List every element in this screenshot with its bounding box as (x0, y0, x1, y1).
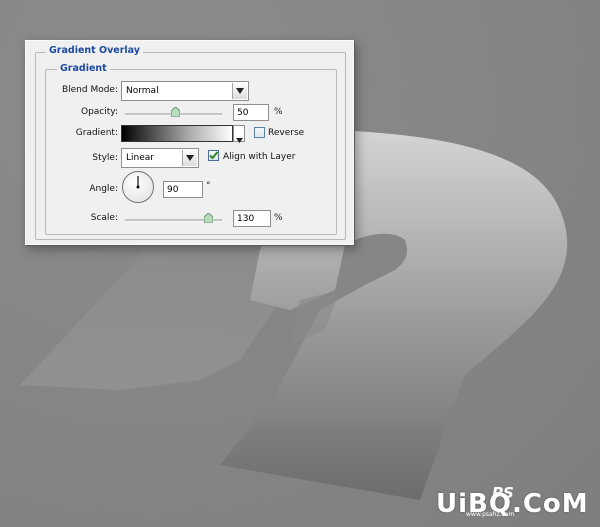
blend-mode-label: Blend Mode: (61, 85, 118, 95)
angle-dial[interactable] (122, 171, 154, 203)
blend-mode-value: Normal (126, 86, 159, 96)
chevron-down-icon (236, 132, 243, 150)
angle-unit: ° (206, 181, 211, 191)
layer-style-dialog: Gradient Overlay Gradient Blend Mode: No… (25, 40, 354, 245)
align-with-layer-checkbox[interactable] (208, 150, 219, 161)
blend-mode-select[interactable]: Normal (121, 81, 249, 101)
reverse-label: Reverse (268, 128, 305, 138)
gradient-label: Gradient: (75, 128, 118, 138)
checkmark-icon (209, 151, 219, 160)
scale-unit: % (274, 213, 283, 223)
style-value: Linear (126, 153, 154, 163)
scale-slider-thumb[interactable] (204, 213, 213, 223)
opacity-label: Opacity: (81, 107, 118, 117)
watermark-url: www.psahz.com (466, 511, 515, 518)
angle-input[interactable]: 90 (163, 181, 203, 198)
style-label: Style: (92, 153, 118, 163)
opacity-slider-thumb[interactable] (171, 107, 180, 117)
style-select[interactable]: Linear (121, 148, 199, 168)
gradient-dropdown[interactable] (233, 125, 245, 143)
align-with-layer-label: Align with Layer (223, 152, 296, 162)
reverse-checkbox[interactable] (254, 127, 265, 138)
scale-label: Scale: (90, 213, 118, 223)
gradient-picker[interactable] (121, 125, 233, 142)
scale-input[interactable]: 130 (233, 210, 271, 227)
angle-label: Angle: (89, 184, 118, 194)
chevron-down-icon[interactable] (182, 150, 197, 166)
section-title: Gradient Overlay (46, 45, 143, 57)
opacity-input[interactable]: 50 (233, 104, 269, 121)
angle-needle (136, 176, 140, 189)
group-title: Gradient (57, 63, 110, 75)
chevron-down-icon[interactable] (232, 83, 247, 99)
opacity-unit: % (274, 107, 283, 117)
